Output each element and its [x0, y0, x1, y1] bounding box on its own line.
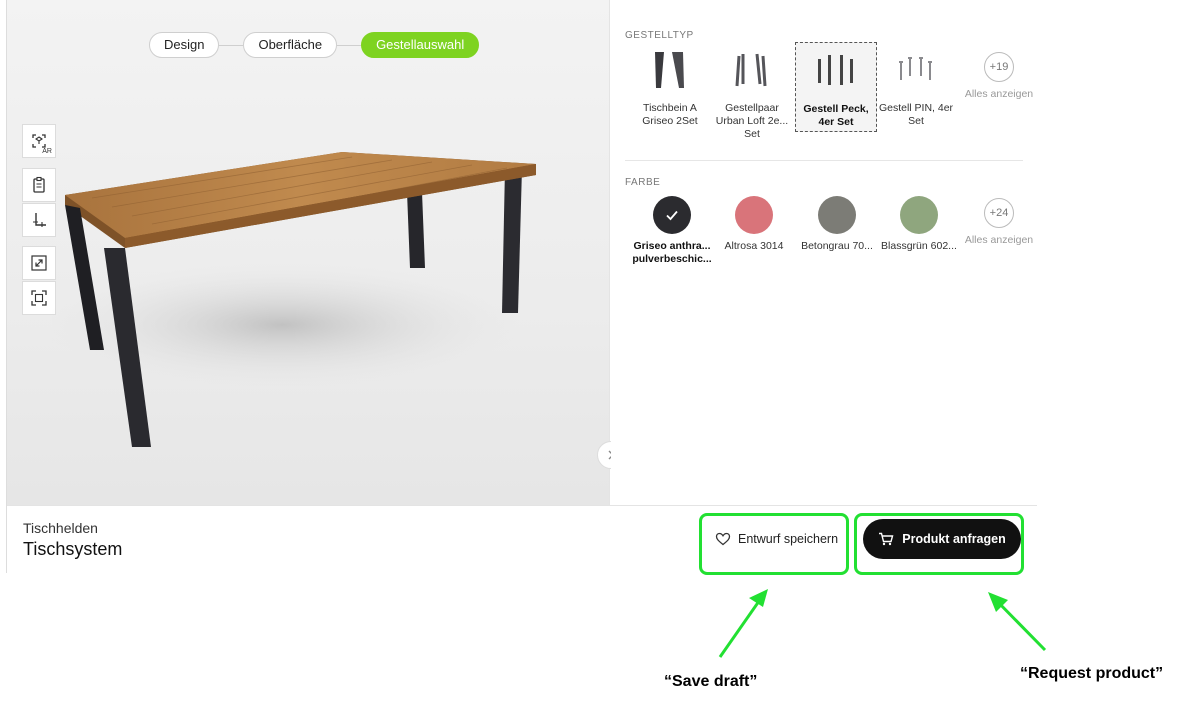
save-draft-annotation: “Save draft” — [664, 673, 758, 690]
save-arrow-line — [718, 593, 766, 658]
request-product-annotation: “Request product” — [1020, 665, 1164, 682]
annotation-arrows — [718, 589, 1047, 658]
